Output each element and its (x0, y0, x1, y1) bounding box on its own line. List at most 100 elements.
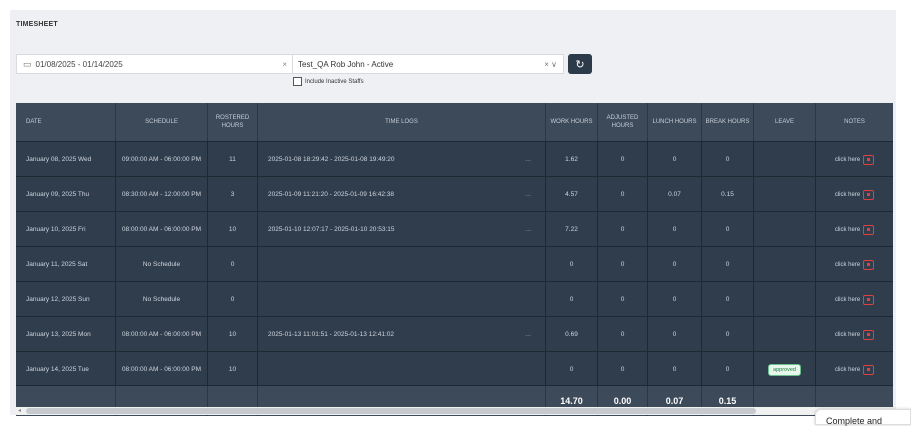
horizontal-scrollbar[interactable]: ◂ (16, 407, 896, 415)
cell-rostered-hours: 0 (208, 282, 258, 317)
cell-work-hours: 0 (546, 247, 598, 282)
cell-notes[interactable]: click here (816, 212, 893, 247)
popup-tab[interactable]: Complete and (815, 409, 911, 426)
cell-notes[interactable]: click here (816, 177, 893, 212)
time-log-text: 2025-01-10 12:07:17 - 2025-01-10 20:53:1… (268, 225, 395, 233)
comment-icon[interactable] (863, 154, 875, 165)
leave-status-badge: approved (768, 363, 801, 376)
cell-notes[interactable]: click here (816, 317, 893, 352)
cell-lunch-hours: 0.07 (648, 177, 702, 212)
cell-rostered-hours: 10 (208, 212, 258, 247)
cell-break-hours: 0 (702, 212, 754, 247)
table-row: January 09, 2025 Thu 08:30:00 AM - 12:00:… (16, 176, 893, 212)
notes-link-label: click here (834, 156, 861, 163)
checkbox-box[interactable] (293, 77, 302, 86)
cell-schedule: No Schedule (116, 247, 208, 282)
cell-notes[interactable]: click here (816, 142, 893, 177)
notes-link[interactable]: click here (835, 364, 875, 375)
cell-adjusted-hours: 0 (598, 142, 648, 177)
notes-link[interactable]: click here (835, 224, 875, 235)
refresh-button[interactable]: ↻ (568, 54, 592, 74)
time-log-text: 2025-01-09 11:21:20 - 2025-01-09 16:42:3… (268, 190, 395, 198)
cell-adjusted-hours: 0 (598, 317, 648, 352)
cell-time-logs (258, 247, 546, 282)
cell-lunch-hours: 0 (648, 352, 702, 387)
column-header-lunch-hours: LUNCH HOURS (648, 103, 702, 141)
cell-break-hours: 0 (702, 247, 754, 282)
cell-lunch-hours: 0 (648, 317, 702, 352)
cell-adjusted-hours: 0 (598, 247, 648, 282)
comment-icon[interactable] (863, 364, 875, 375)
cell-notes[interactable]: click here (816, 247, 893, 282)
cell-leave (754, 177, 816, 212)
table-row: January 11, 2025 Sat No Schedule 0 0 0 0 0 clic… (16, 246, 893, 282)
cell-break-hours: 0.15 (702, 177, 754, 212)
cell-date: January 14, 2025 Tue (16, 352, 116, 387)
cell-date: January 13, 2025 Mon (16, 317, 116, 352)
date-range-input[interactable]: ▭ 01/08/2025 - 01/14/2025 × (16, 54, 296, 74)
notes-link[interactable]: click here (835, 294, 875, 305)
cell-rostered-hours: 11 (208, 142, 258, 177)
scroll-left-icon[interactable]: ◂ (18, 407, 21, 414)
cell-lunch-hours: 0 (648, 142, 702, 177)
timesheet-panel: TIMESHEET ▭ 01/08/2025 - 01/14/2025 × Te… (10, 10, 896, 416)
cell-leave (754, 317, 816, 352)
cell-lunch-hours: 0 (648, 212, 702, 247)
timesheet-table: DATE SCHEDULE ROSTERED HOURS TIME LOGS WORK … (16, 103, 893, 416)
cell-work-hours: 0 (546, 352, 598, 387)
table-row: January 12, 2025 Sun No Schedule 0 0 0 0 0 clic… (16, 281, 893, 317)
cell-time-logs: 2025-01-10 12:07:17 - 2025-01-10 20:53:1… (258, 212, 546, 247)
comment-icon[interactable] (863, 294, 875, 305)
notes-link[interactable]: click here (835, 329, 875, 340)
table-row: January 14, 2025 Tue 08:00:00 AM - 06:00:… (16, 351, 893, 387)
column-header-notes: NOTES (844, 119, 865, 125)
cell-notes[interactable]: click here (816, 352, 893, 387)
cell-time-logs: 2025-01-09 11:21:20 - 2025-01-09 16:42:3… (258, 177, 546, 212)
scrollbar-thumb[interactable] (26, 408, 756, 414)
cell-time-logs (258, 352, 546, 387)
cell-break-hours: 0 (702, 317, 754, 352)
column-header-schedule: SCHEDULE (116, 103, 208, 141)
include-inactive-checkbox[interactable]: Include Inactive Staffs (293, 77, 364, 86)
cell-schedule: 08:00:00 AM - 06:00:00 PM (116, 317, 208, 352)
cell-rostered-hours: 3 (208, 177, 258, 212)
refresh-icon: ↻ (575, 58, 585, 71)
notes-link[interactable]: click here (834, 259, 875, 270)
cell-date: January 09, 2025 Thu (16, 177, 116, 212)
cell-notes[interactable]: click here (816, 282, 893, 317)
cell-time-logs (258, 282, 546, 317)
comment-icon[interactable] (863, 224, 875, 235)
column-header-rostered-hours: ROSTERED HOURS (208, 103, 258, 141)
staff-select-value: Test_QA Rob John - Active (298, 59, 394, 69)
cell-work-hours: 4.57 (546, 177, 598, 212)
comment-icon[interactable] (863, 259, 875, 270)
more-options-icon[interactable]: ... (525, 191, 531, 199)
notes-link[interactable]: click here (834, 154, 875, 165)
staff-select[interactable]: Test_QA Rob John - Active × ∨ (292, 54, 564, 74)
more-options-icon[interactable]: ... (525, 226, 531, 234)
more-options-icon[interactable]: ... (525, 156, 531, 164)
cell-schedule: No Schedule (116, 282, 208, 317)
calendar-icon: ▭ (23, 58, 32, 69)
cell-leave (754, 212, 816, 247)
cell-work-hours: 1.62 (546, 142, 598, 177)
cell-rostered-hours: 0 (208, 247, 258, 282)
clear-date-icon[interactable]: × (282, 60, 287, 69)
notes-link[interactable]: click here (835, 189, 875, 200)
notes-link-label: click here (834, 261, 861, 268)
comment-icon[interactable] (863, 329, 875, 340)
page-title: TIMESHEET (16, 21, 58, 28)
time-log-text: 2025-01-08 18:29:42 - 2025-01-08 19:49:2… (268, 155, 395, 163)
cell-date: January 08, 2025 Wed (16, 142, 116, 177)
table-row: January 10, 2025 Fri 08:00:00 AM - 06:00:… (16, 211, 893, 247)
date-range-value: 01/08/2025 - 01/14/2025 (35, 59, 123, 69)
clear-chevron-icon[interactable]: × ∨ (544, 60, 557, 69)
table-header: DATE SCHEDULE ROSTERED HOURS TIME LOGS WORK … (16, 103, 893, 141)
cell-date: January 10, 2025 Fri (16, 212, 116, 247)
cell-time-logs: 2025-01-13 11:01:51 - 2025-01-13 12:41:0… (258, 317, 546, 352)
comment-icon[interactable] (863, 189, 875, 200)
more-options-icon[interactable]: ... (525, 331, 531, 339)
cell-rostered-hours: 10 (208, 352, 258, 387)
column-header-leave: LEAVE (754, 103, 816, 141)
cell-adjusted-hours: 0 (598, 352, 648, 387)
